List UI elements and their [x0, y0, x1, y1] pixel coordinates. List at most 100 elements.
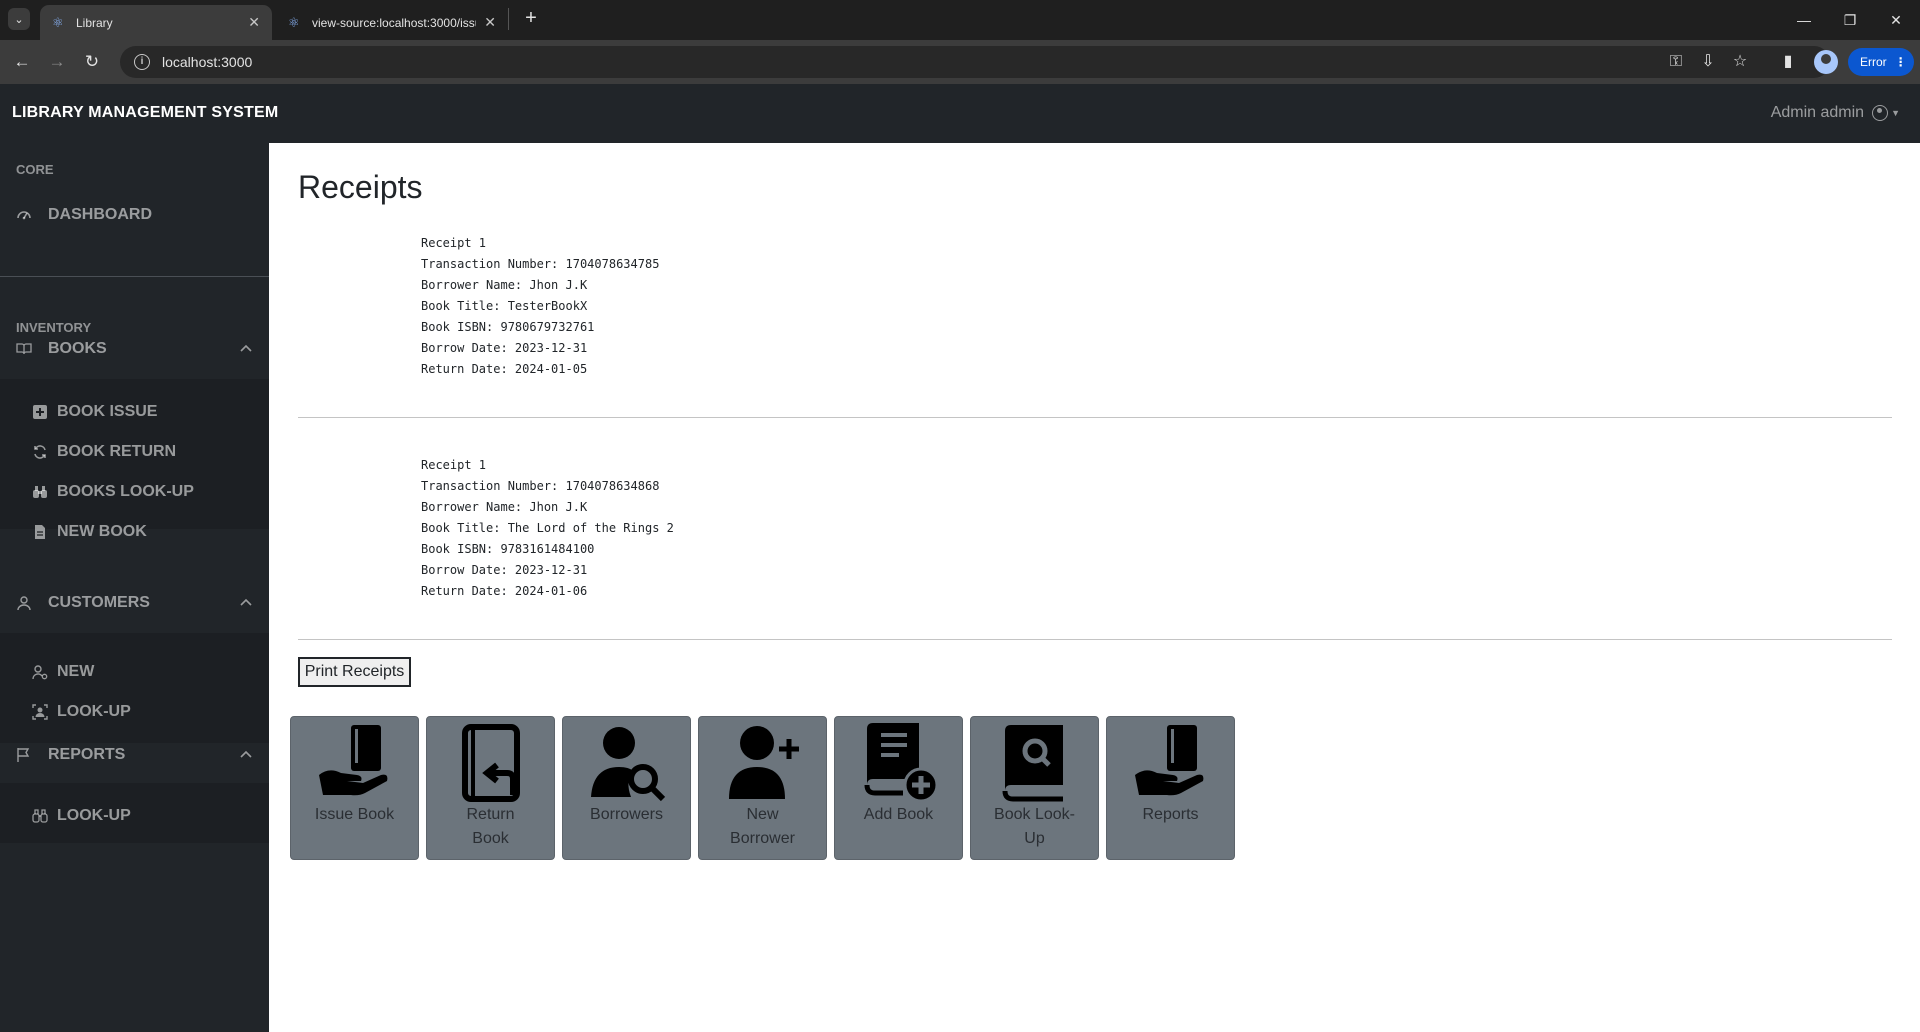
window-close-icon[interactable]: ✕ — [1876, 8, 1916, 32]
tile-label: Add Book — [863, 806, 934, 823]
sidebar-item-customers[interactable]: CUSTOMERS — [16, 591, 253, 615]
chevron-up-icon[interactable] — [239, 747, 253, 761]
app-brand[interactable]: LIBRARY MANAGEMENT SYSTEM — [12, 104, 278, 122]
user-gear-icon — [32, 664, 48, 680]
flag-icon — [16, 747, 32, 763]
tile-label: Issue Book — [314, 806, 395, 823]
forward-arrow-icon[interactable]: → — [45, 50, 69, 74]
sidebar-item-dashboard[interactable]: DASHBOARD — [16, 203, 253, 227]
browser-tab-bar: ⌄ ⚛ Library ✕ ⚛ view-source:localhost:30… — [0, 0, 1920, 40]
receipt-heading: Receipt 1 — [421, 458, 487, 472]
sidebar-item-reports[interactable]: REPORTS — [16, 743, 253, 767]
tab-separator — [508, 8, 509, 30]
sidebar-subitem-reports-lookup[interactable]: LOOK-UP — [32, 805, 131, 827]
receipt-block: Receipt 1 Transaction Number: 1704078634… — [421, 233, 659, 380]
tile-issue-book[interactable]: Issue Book — [290, 716, 419, 860]
sidebar-subitem-label: BOOK RETURN — [57, 443, 177, 460]
site-info-icon[interactable]: i — [134, 54, 150, 70]
sidebar-subitem-customer-lookup[interactable]: LOOK-UP — [32, 701, 131, 723]
sidebar-subitem-label: NEW BOOK — [57, 523, 147, 540]
tile-return-book[interactable]: Return Book — [426, 716, 555, 860]
sidebar-subitem-label: BOOK ISSUE — [57, 403, 158, 420]
tile-book-lookup[interactable]: Book Look-Up — [970, 716, 1099, 860]
print-receipts-button[interactable]: Print Receipts — [298, 657, 411, 687]
sidebar-item-label: CUSTOMERS — [48, 594, 150, 611]
chevron-up-icon[interactable] — [239, 595, 253, 609]
user-dropdown[interactable]: Admin admin ▼ — [1771, 104, 1900, 122]
tile-reports[interactable]: Reports — [1106, 716, 1235, 860]
binoculars-icon — [32, 484, 48, 500]
password-key-icon[interactable]: ⚿ — [1664, 50, 1688, 74]
close-tab-icon[interactable]: ✕ — [248, 14, 260, 31]
receipt-block: Receipt 1 Transaction Number: 1704078634… — [421, 455, 674, 602]
user-name: Admin admin — [1770, 104, 1865, 121]
error-label: Error — [1860, 55, 1887, 69]
receipt-transaction-number: Transaction Number: 1704078634868 — [421, 479, 660, 493]
close-tab-icon[interactable]: ✕ — [484, 14, 496, 31]
receipt-book-isbn: Book ISBN: 9783161484100 — [421, 542, 595, 556]
receipt-book-title: Book Title: TesterBookX — [421, 299, 588, 313]
user-frame-icon — [32, 704, 48, 720]
install-app-icon[interactable]: ⇩ — [1696, 50, 1720, 74]
receipt-return-date: Return Date: 2024-01-05 — [421, 362, 588, 376]
restore-icon[interactable]: ❐ — [1830, 8, 1870, 32]
tile-label: Reports — [1142, 806, 1199, 823]
receipt-borrow-date: Borrow Date: 2023-12-31 — [421, 563, 588, 577]
tile-label: New Borrower — [730, 806, 795, 847]
user-icon — [16, 595, 32, 611]
profile-avatar-icon[interactable] — [1814, 50, 1838, 74]
sidebar-subitem-book-issue[interactable]: BOOK ISSUE — [32, 401, 157, 423]
sidebar-heading-inventory: INVENTORY — [16, 320, 92, 335]
receipt-book-isbn: Book ISBN: 9780679732761 — [421, 320, 595, 334]
sidebar-subitem-books-lookup[interactable]: BOOKS LOOK-UP — [32, 481, 194, 503]
tile-new-borrower[interactable]: New Borrower — [698, 716, 827, 860]
address-bar[interactable]: i localhost:3000 — [120, 46, 1830, 78]
sidebar-divider — [0, 276, 269, 277]
sidebar-subitem-label: BOOKS LOOK-UP — [57, 483, 194, 500]
book-return-icon — [462, 724, 520, 802]
gauge-icon — [16, 207, 32, 223]
user-plus-icon — [729, 726, 799, 799]
sidebar: CORE DASHBOARD INVENTORY BOOKS BOOK ISSU… — [0, 143, 269, 1032]
sidebar-item-books[interactable]: BOOKS — [16, 337, 253, 361]
chevron-up-icon[interactable] — [239, 341, 253, 355]
browser-tab-library[interactable]: ⚛ Library ✕ — [40, 5, 272, 40]
reports-submenu: LOOK-UP — [0, 783, 269, 843]
reload-icon[interactable]: ↻ — [80, 50, 104, 74]
tile-borrowers[interactable]: Borrowers — [562, 716, 691, 860]
back-arrow-icon[interactable]: ← — [10, 50, 34, 74]
customers-submenu: NEW LOOK-UP — [0, 633, 269, 743]
book-search-icon — [1002, 725, 1063, 802]
quick-action-tiles: Issue Book Return Book Borrowers New Bor… — [290, 716, 1242, 860]
tab-search-chevron-icon[interactable]: ⌄ — [8, 8, 30, 30]
receipt-divider — [298, 417, 1892, 418]
main-content: Receipts Receipt 1 Transaction Number: 1… — [269, 143, 1920, 1032]
bookmark-star-icon[interactable]: ☆ — [1728, 50, 1752, 74]
book-add-icon — [864, 723, 939, 803]
react-favicon-icon: ⚛ — [52, 14, 64, 30]
sidebar-subitem-label: LOOK-UP — [57, 807, 131, 824]
tile-add-book[interactable]: Add Book — [834, 716, 963, 860]
browser-toolbar: ← → ↻ i localhost:3000 ⚿ ⇩ ☆ ▮ Error ⋮ — [0, 40, 1920, 84]
side-panel-icon[interactable]: ▮ — [1776, 50, 1800, 74]
tile-label: Return Book — [466, 806, 515, 847]
user-search-icon — [591, 727, 666, 802]
error-button[interactable]: Error ⋮ — [1848, 48, 1914, 76]
receipt-borrower-name: Borrower Name: Jhon J.K — [421, 500, 588, 514]
tile-label: Borrowers — [590, 806, 663, 823]
new-tab-plus-icon[interactable]: + — [520, 8, 542, 30]
browser-tab-view-source[interactable]: ⚛ view-source:localhost:3000/issu ✕ — [276, 5, 508, 40]
sidebar-heading-core: CORE — [16, 162, 54, 177]
tile-label: Book Look-Up — [994, 806, 1075, 847]
sidebar-subitem-label: LOOK-UP — [57, 703, 131, 720]
minimize-icon[interactable]: — — [1784, 8, 1824, 32]
hand-book-icon — [319, 725, 388, 796]
receipt-heading: Receipt 1 — [421, 236, 487, 250]
receipt-borrow-date: Borrow Date: 2023-12-31 — [421, 341, 588, 355]
sidebar-subitem-book-return[interactable]: BOOK RETURN — [32, 441, 176, 463]
receipt-return-date: Return Date: 2024-01-06 — [421, 584, 588, 598]
sidebar-subitem-customer-new[interactable]: NEW — [32, 661, 94, 683]
sidebar-subitem-new-book[interactable]: NEW BOOK — [32, 521, 147, 543]
receipt-transaction-number: Transaction Number: 1704078634785 — [421, 257, 660, 271]
tab-title: view-source:localhost:3000/issu — [312, 15, 477, 30]
